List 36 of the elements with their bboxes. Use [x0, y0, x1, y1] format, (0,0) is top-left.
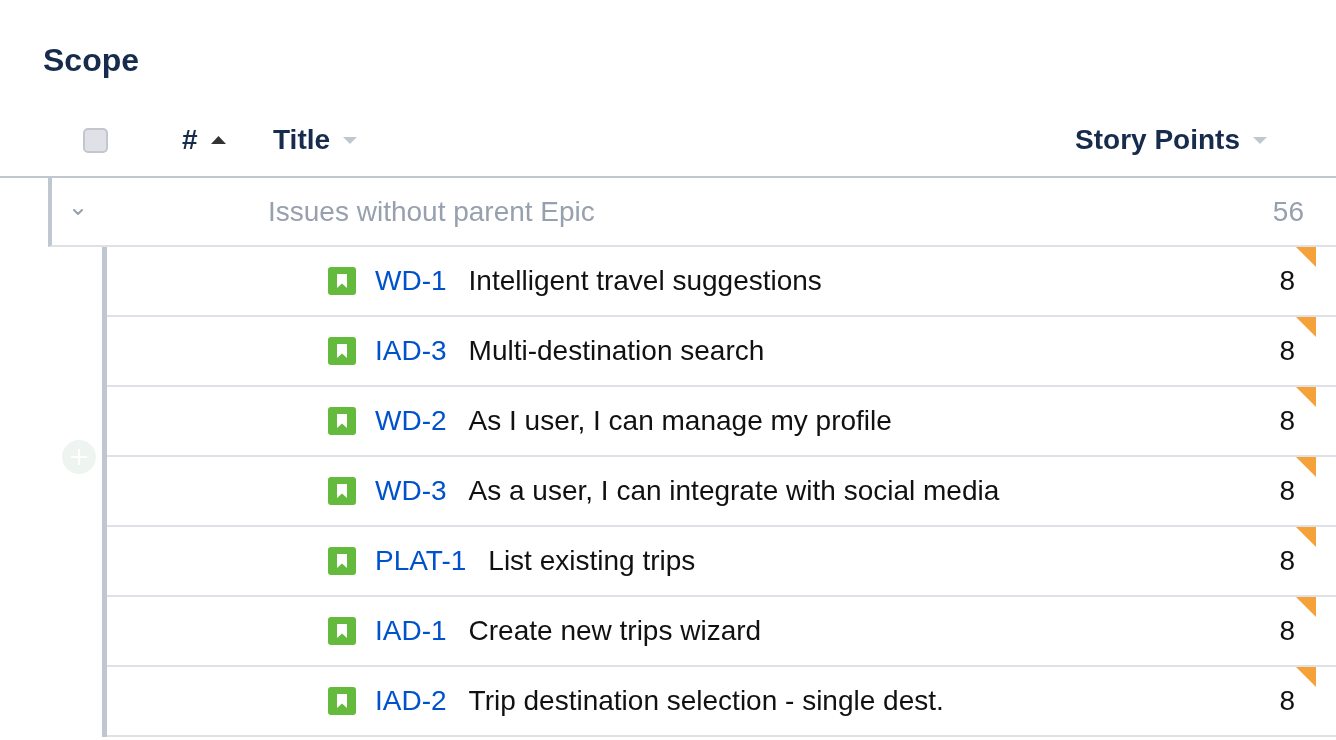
- section-title: Scope: [43, 41, 140, 80]
- story-points-value: 8: [1279, 264, 1295, 298]
- issue-key-link[interactable]: WD-2: [375, 404, 447, 438]
- column-header[interactable]: #: [182, 123, 226, 157]
- issue-title: Intelligent travel suggestions: [468, 264, 822, 298]
- issue-key-link[interactable]: IAD-1: [375, 614, 447, 648]
- issue-title: Trip destination selection - single dest.: [468, 684, 944, 718]
- story-points-value: 8: [1279, 544, 1295, 578]
- group-story-points: 56: [1272, 194, 1304, 229]
- issue-key-link[interactable]: IAD-3: [375, 334, 447, 368]
- bookmark-icon: [328, 267, 356, 295]
- column-header[interactable]: Title: [273, 123, 358, 157]
- issue-title: Create new trips wizard: [468, 614, 762, 648]
- issue-title: As a user, I can integrate with social media: [468, 474, 1000, 508]
- column-header[interactable]: Story Points: [1075, 123, 1267, 157]
- story-points-value: 8: [1279, 334, 1295, 368]
- issue-title: Multi-destination search: [468, 334, 765, 368]
- chevron-down-icon[interactable]: [73, 208, 83, 215]
- bookmark-icon: [328, 617, 356, 645]
- story-points-value: 8: [1279, 404, 1295, 438]
- story-points-value: 8: [1279, 614, 1295, 648]
- issue-key-link[interactable]: WD-3: [375, 474, 447, 508]
- select-all-checkbox[interactable]: [83, 127, 108, 153]
- issue-title: As I user, I can manage my profile: [468, 404, 892, 438]
- bookmark-icon: [328, 337, 356, 365]
- group-title: Issues without parent Epic: [268, 194, 595, 229]
- story-points-value: 8: [1279, 684, 1295, 718]
- story-points-value: 8: [1279, 474, 1295, 508]
- bookmark-icon: [328, 547, 356, 575]
- bookmark-icon: [328, 687, 356, 715]
- issue-key-link[interactable]: PLAT-1: [375, 544, 467, 578]
- issue-key-link[interactable]: WD-1: [375, 264, 447, 298]
- issue-title: List existing trips: [488, 544, 696, 578]
- issue-key-link[interactable]: IAD-2: [375, 684, 447, 718]
- bookmark-icon: [328, 477, 356, 505]
- bookmark-icon: [328, 407, 356, 435]
